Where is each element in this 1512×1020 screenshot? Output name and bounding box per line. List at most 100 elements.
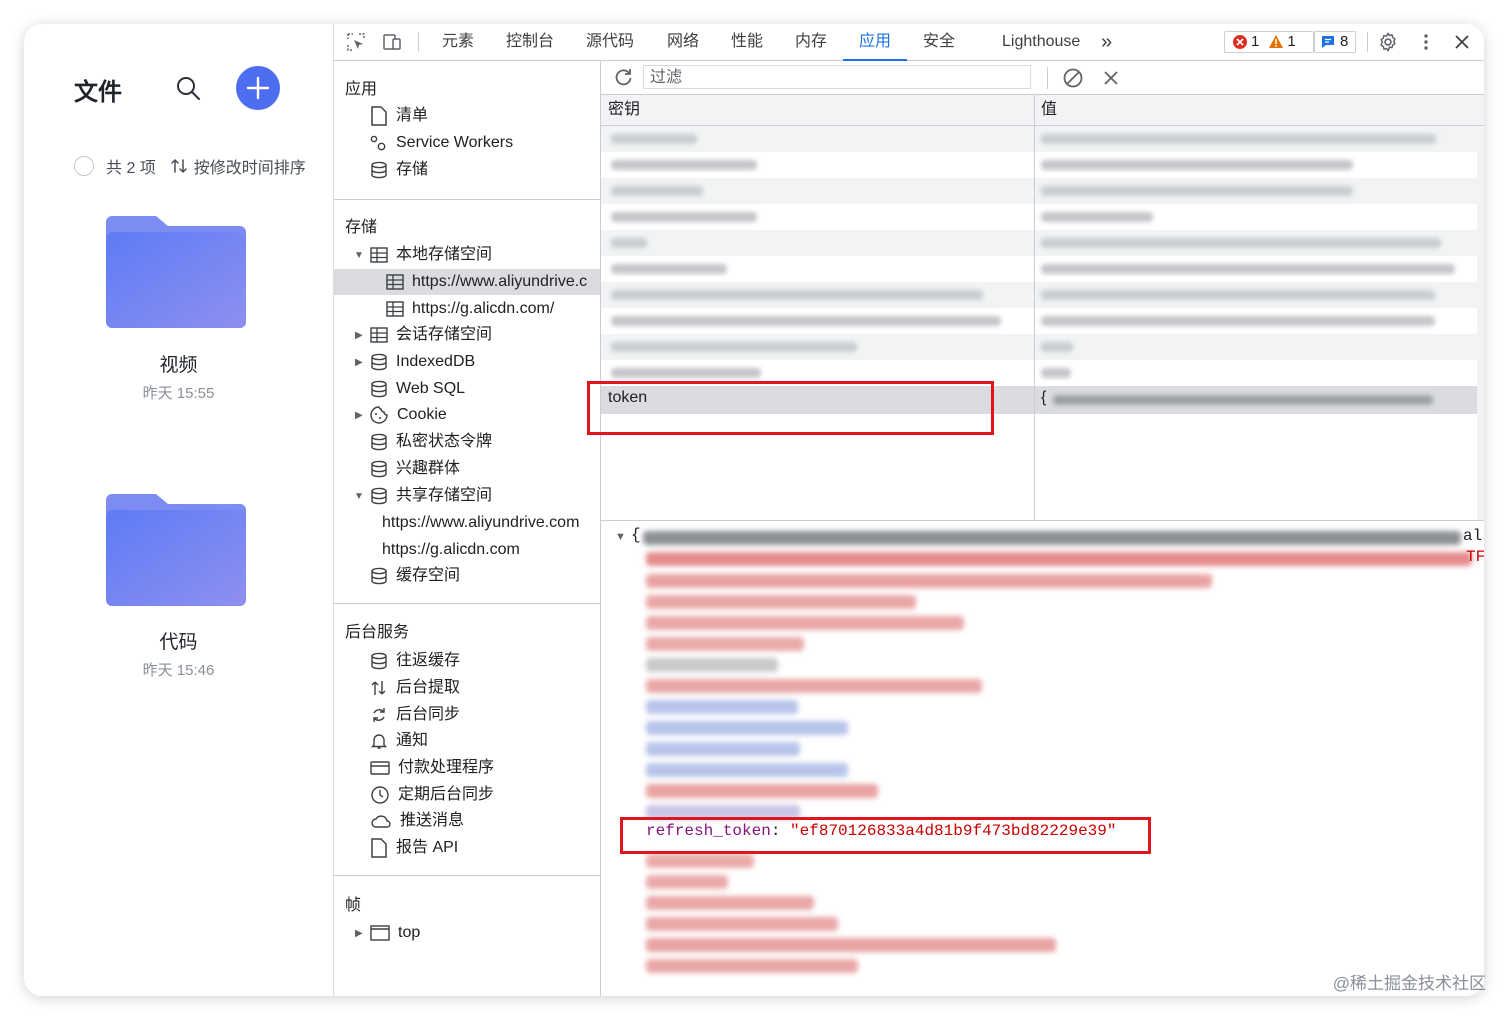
sidebar-item-label: 后台提取 [396, 679, 461, 696]
section-storage: 存储 [345, 219, 378, 236]
table-row[interactable] [601, 256, 1484, 282]
up-down-arrows-icon [371, 681, 386, 695]
sidebar-item-background-sync[interactable]: 后台同步 [370, 702, 460, 728]
sidebar-item-label: 往返缓存 [396, 652, 461, 669]
folder-name[interactable]: 视频 [24, 350, 333, 377]
sidebar-item-cache-storage[interactable]: 缓存空间 [370, 563, 460, 589]
sidebar-item-local-alicdn[interactable]: https://g.alicdn.com/ [386, 296, 554, 322]
column-value[interactable]: 值 [1041, 95, 1057, 125]
search-icon[interactable] [174, 74, 204, 104]
sort-label[interactable]: 按修改时间排序 [194, 154, 306, 178]
table-row[interactable] [601, 230, 1484, 256]
database-icon [371, 161, 387, 179]
sidebar-item-shared-alicdn[interactable]: https://g.alicdn.com [382, 537, 520, 563]
sidebar-item-label: 报告 API [396, 839, 459, 856]
table-icon [386, 301, 404, 317]
sidebar-item-local-storage[interactable]: 本地存储空间 [370, 242, 492, 268]
issue-counters[interactable]: 1 1 [1224, 31, 1314, 53]
tab-application[interactable]: 应用 [859, 24, 891, 60]
tab-performance[interactable]: 性能 [731, 24, 763, 60]
document-icon [371, 838, 387, 858]
collapse-arrow-icon[interactable]: ▶ [355, 410, 363, 421]
devtools-toolbar: 元素 控制台 源代码 网络 性能 内存 应用 安全 Lighthouse » 1… [334, 24, 1484, 61]
sidebar-item-cookie[interactable]: Cookie [369, 402, 447, 428]
collapse-arrow-icon[interactable]: ▶ [355, 330, 363, 341]
sidebar-item-websql[interactable]: Web SQL [370, 376, 465, 402]
tab-network[interactable]: 网络 [667, 24, 699, 60]
messages-counter[interactable]: 8 [1314, 31, 1356, 53]
error-icon [1233, 35, 1247, 49]
sidebar-item-manifest[interactable]: 清单 [370, 103, 428, 129]
collapse-arrow-icon[interactable]: ▶ [355, 357, 363, 368]
table-row[interactable] [601, 152, 1484, 178]
sidebar-item-background-fetch[interactable]: 后台提取 [370, 675, 460, 701]
table-icon [386, 274, 404, 290]
tab-memory[interactable]: 内存 [795, 24, 827, 60]
filter-input[interactable]: 过滤 [643, 65, 1031, 89]
sidebar-item-label: IndexedDB [396, 353, 476, 370]
table-row[interactable] [601, 308, 1484, 334]
cloud-icon [371, 815, 391, 828]
sidebar-item-local-aliyundrive[interactable]: https://www.aliyundrive.c [334, 269, 600, 295]
folder-icon[interactable] [106, 494, 246, 606]
sidebar-item-label: https://g.alicdn.com/ [412, 300, 555, 317]
tab-security[interactable]: 安全 [923, 24, 955, 60]
sidebar-item-bfcache[interactable]: 往返缓存 [370, 648, 460, 674]
sidebar-item-label: 本地存储空间 [396, 246, 493, 263]
settings-gear-icon[interactable] [1377, 31, 1399, 53]
watermark: @稀土掘金技术社区 [1332, 974, 1486, 993]
delete-selected-icon[interactable] [1101, 68, 1121, 88]
sidebar-item-push-messaging[interactable]: 推送消息 [370, 808, 464, 834]
inspect-element-icon[interactable] [346, 32, 366, 52]
column-divider[interactable] [1034, 95, 1035, 521]
sort-icon[interactable] [170, 157, 188, 175]
collapse-arrow-icon[interactable]: ▶ [355, 928, 363, 939]
sidebar-item-notifications[interactable]: 通知 [370, 728, 428, 754]
expand-arrow-icon[interactable]: ▼ [615, 531, 626, 543]
sidebar-item-label: 存储 [396, 161, 429, 178]
select-all-radio[interactable] [74, 156, 94, 176]
app-window: 文件 共 2 项 按修改时间排序 视频 昨天 15:55 代码 昨天 15:46… [24, 24, 1484, 996]
add-button[interactable] [236, 66, 280, 110]
expand-arrow-icon[interactable]: ▼ [354, 250, 364, 261]
sidebar-item-interest-groups[interactable]: 兴趣群体 [370, 456, 460, 482]
tab-console[interactable]: 控制台 [506, 24, 554, 60]
tab-sources[interactable]: 源代码 [586, 24, 634, 60]
sidebar-item-session-storage[interactable]: 会话存储空间 [370, 322, 492, 348]
sidebar-item-storage[interactable]: 存储 [370, 157, 428, 183]
sidebar-item-payment-handler[interactable]: 付款处理程序 [370, 755, 494, 781]
clear-all-icon[interactable] [1062, 67, 1084, 89]
device-toolbar-icon[interactable] [382, 32, 402, 52]
section-background-services: 后台服务 [345, 624, 410, 641]
sidebar-item-shared-aliyundrive[interactable]: https://www.aliyundrive.com [382, 510, 579, 536]
more-options-icon[interactable] [1416, 32, 1436, 52]
sidebar-item-label: 付款处理程序 [398, 759, 495, 776]
message-icon [1322, 36, 1334, 48]
sidebar-item-private-state-tokens[interactable]: 私密状态令牌 [370, 429, 492, 455]
sidebar-item-reporting-api[interactable]: 报告 API [370, 835, 458, 861]
table-row[interactable] [601, 334, 1484, 360]
sidebar-item-indexeddb[interactable]: IndexedDB [370, 349, 475, 375]
sidebar-item-label: 推送消息 [400, 812, 465, 829]
table-row[interactable] [601, 126, 1484, 152]
tab-elements[interactable]: 元素 [442, 24, 474, 60]
refresh-icon[interactable] [612, 66, 634, 88]
sidebar-item-frame-top[interactable]: top [370, 920, 420, 946]
selected-value-prefix: { [1041, 389, 1047, 406]
error-count: 1 [1251, 33, 1260, 50]
folder-name[interactable]: 代码 [24, 627, 333, 654]
sidebar-item-shared-storage[interactable]: 共享存储空间 [370, 483, 492, 509]
column-key[interactable]: 密钥 [608, 95, 640, 125]
sidebar-item-periodic-sync[interactable]: 定期后台同步 [370, 782, 494, 808]
tab-lighthouse[interactable]: Lighthouse [1002, 24, 1080, 60]
sidebar-item-service-workers[interactable]: Service Workers [368, 130, 513, 156]
table-row[interactable] [601, 282, 1484, 308]
close-icon[interactable] [1452, 32, 1472, 52]
table-row[interactable] [601, 204, 1484, 230]
more-tabs-icon[interactable]: » [1101, 24, 1112, 60]
table-row[interactable] [601, 178, 1484, 204]
expand-arrow-icon[interactable]: ▼ [354, 491, 364, 502]
plus-icon [246, 76, 270, 100]
sidebar-item-label: 清单 [396, 107, 429, 124]
folder-icon[interactable] [106, 216, 246, 328]
